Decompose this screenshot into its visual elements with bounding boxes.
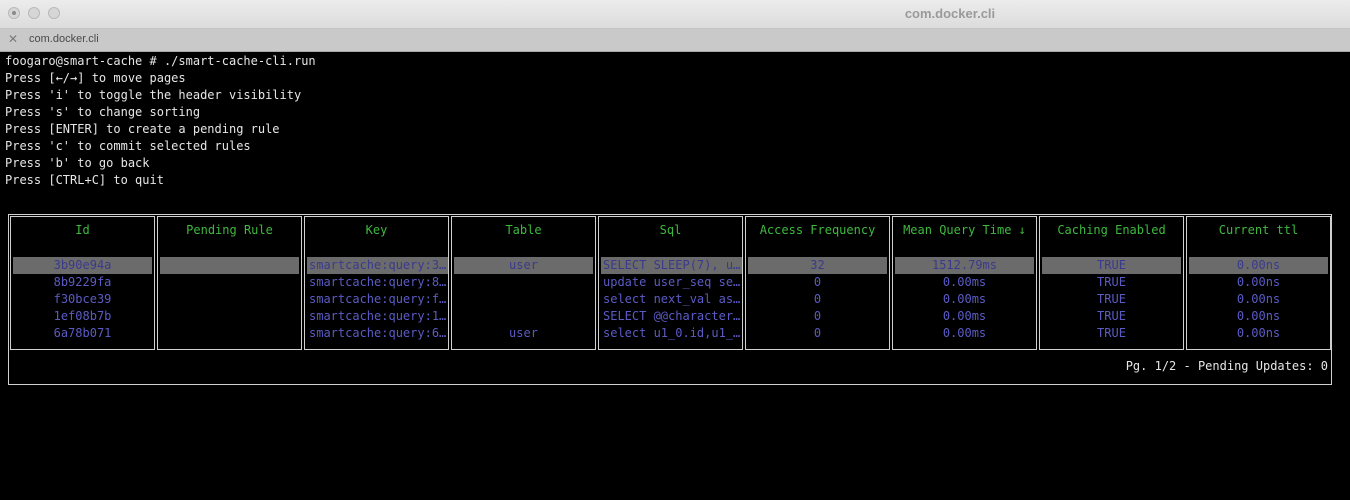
cell-id[interactable]: f30bce39 [13,291,152,308]
cell-sql[interactable]: select u1_0.id,u1_0… [601,325,742,342]
cell-pending[interactable] [160,274,299,291]
cell-ttl[interactable]: 0.00ns [1189,274,1328,291]
cell-pending[interactable] [160,257,299,274]
help-line: Press 'b' to go back [5,156,150,170]
cell-mean[interactable]: 0.00ms [895,308,1034,325]
help-line: Press [←/→] to move pages [5,71,186,85]
cell-key[interactable]: smartcache:query:1e… [307,308,448,325]
cell-caching[interactable]: TRUE [1042,257,1181,274]
help-line: Press [ENTER] to create a pending rule [5,122,280,136]
help-line: Press 'c' to commit selected rules [5,139,251,153]
cell-freq[interactable]: 0 [748,325,887,342]
cell-key[interactable]: smartcache:query:8b… [307,274,448,291]
cell-table[interactable] [454,291,593,308]
cell-key[interactable]: smartcache:query:3b… [307,257,448,274]
column-header-key[interactable]: Key [304,223,449,237]
cell-id[interactable]: 1ef08b7b [13,308,152,325]
terminal-output[interactable]: foogaro@smart-cache # ./smart-cache-cli.… [0,52,1350,500]
column-header-table[interactable]: Table [451,223,596,237]
cell-sql[interactable]: select next_val as … [601,291,742,308]
cell-key[interactable]: smartcache:query:6a… [307,325,448,342]
cell-freq[interactable]: 0 [748,308,887,325]
cell-key[interactable]: smartcache:query:f3… [307,291,448,308]
tab-bar: ✕ com.docker.cli [0,29,1350,52]
pagination-status: Pg. 1/2 - Pending Updates: 0 [1125,359,1328,373]
cell-freq[interactable]: 0 [748,274,887,291]
cell-sql[interactable]: SELECT @@character_… [601,308,742,325]
cell-freq[interactable]: 0 [748,291,887,308]
cell-ttl[interactable]: 0.00ns [1189,308,1328,325]
command-prompt-line: foogaro@smart-cache # ./smart-cache-cli.… [5,54,316,68]
cell-mean[interactable]: 0.00ms [895,274,1034,291]
cell-id[interactable]: 6a78b071 [13,325,152,342]
cell-id[interactable]: 3b90e94a [13,257,152,274]
cell-pending[interactable] [160,291,299,308]
help-line: Press 'i' to toggle the header visibilit… [5,88,302,102]
cell-sql[interactable]: update user_seq set… [601,274,742,291]
help-line: Press [CTRL+C] to quit [5,173,164,187]
column-header-sql[interactable]: Sql [598,223,743,237]
window-title: com.docker.cli [904,6,996,21]
tab-label[interactable]: com.docker.cli [29,33,99,45]
cell-pending[interactable] [160,308,299,325]
cell-table[interactable]: user [454,325,593,342]
cell-table[interactable] [454,308,593,325]
column-header-ttl[interactable]: Current ttl [1186,223,1331,237]
cell-ttl[interactable]: 0.00ns [1189,291,1328,308]
cell-caching[interactable]: TRUE [1042,308,1181,325]
cell-table[interactable] [454,274,593,291]
window-titlebar: com.docker.cli [0,0,1350,29]
cell-sql[interactable]: SELECT SLEEP(7), u… [601,257,742,274]
cell-mean[interactable]: 0.00ms [895,291,1034,308]
cell-caching[interactable]: TRUE [1042,325,1181,342]
column-header-mean[interactable]: Mean Query Time ↓ [892,223,1037,237]
column-header-id[interactable]: Id [10,223,155,237]
help-line: Press 's' to change sorting [5,105,201,119]
cell-caching[interactable]: TRUE [1042,274,1181,291]
cell-caching[interactable]: TRUE [1042,291,1181,308]
cell-id[interactable]: 8b9229fa [13,274,152,291]
column-header-freq[interactable]: Access Frequency [745,223,890,237]
cell-freq[interactable]: 32 [748,257,887,274]
cell-ttl[interactable]: 0.00ns [1189,257,1328,274]
cell-pending[interactable] [160,325,299,342]
cell-mean[interactable]: 1512.79ms [895,257,1034,274]
cell-table[interactable]: user [454,257,593,274]
column-header-pending[interactable]: Pending Rule [157,223,302,237]
tab-close-icon[interactable]: ✕ [8,32,18,46]
column-header-caching[interactable]: Caching Enabled [1039,223,1184,237]
cell-ttl[interactable]: 0.00ns [1189,325,1328,342]
cell-mean[interactable]: 0.00ms [895,325,1034,342]
